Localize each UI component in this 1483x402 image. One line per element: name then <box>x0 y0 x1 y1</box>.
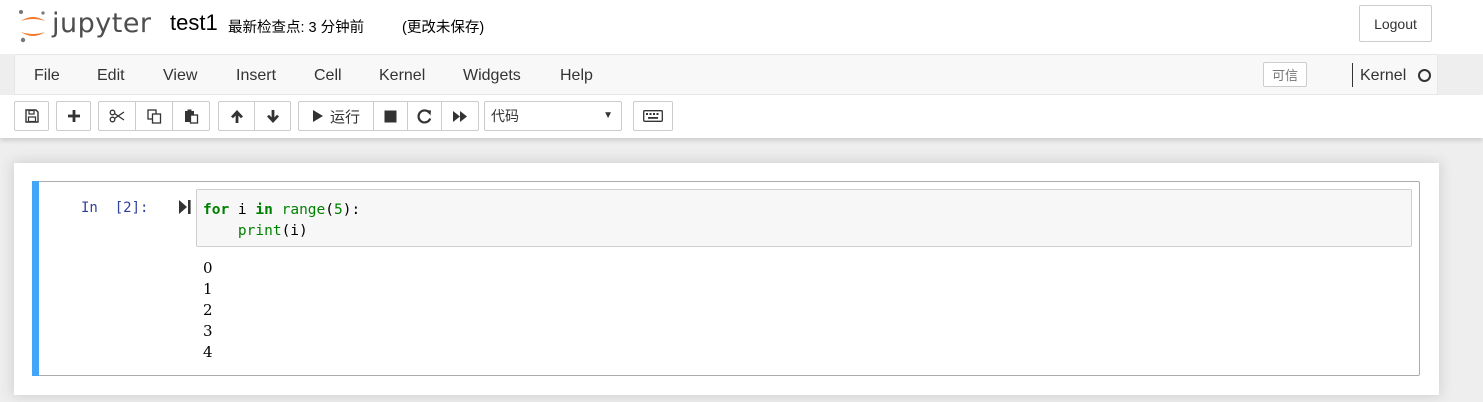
fast-forward-icon <box>453 110 467 122</box>
stop-icon <box>384 110 397 122</box>
input-prompt: In [2]: <box>81 200 149 216</box>
run-label: 运行 <box>329 108 360 126</box>
command-palette-button[interactable] <box>633 101 673 131</box>
notebook-container: In [2]: for i in range(5): print(i) 0 1 … <box>14 163 1439 395</box>
paren-close: ): <box>342 202 361 218</box>
number-literal: 5 <box>334 202 343 218</box>
code-line-2: print(i) <box>203 221 360 242</box>
menu-view[interactable]: View <box>163 67 197 85</box>
builtin-print: print <box>237 223 282 239</box>
save-button[interactable] <box>14 101 49 131</box>
code-cell[interactable]: In [2]: for i in range(5): print(i) 0 1 … <box>32 181 1420 376</box>
keyword-in: in <box>255 202 273 218</box>
plus-icon <box>67 110 80 122</box>
menu-file[interactable]: File <box>34 67 60 85</box>
cell-type-value: 代码 <box>491 108 519 124</box>
paste-button[interactable] <box>172 101 210 131</box>
restart-run-all-button[interactable] <box>441 101 479 131</box>
cell-type-select[interactable]: 代码 ▼ <box>484 101 622 131</box>
output-line: 4 <box>203 343 213 361</box>
paste-icon <box>184 109 198 124</box>
interrupt-button[interactable] <box>373 101 408 131</box>
code-line-1: for i in range(5): <box>203 200 360 221</box>
logo-text: jupyter <box>52 8 152 39</box>
menu-cell[interactable]: Cell <box>314 67 342 85</box>
restart-icon <box>417 108 432 123</box>
autosave-status: (更改未保存) <box>402 20 485 36</box>
keyboard-icon <box>643 110 663 122</box>
menu-kernel[interactable]: Kernel <box>379 67 425 85</box>
checkpoint-status: 最新检查点: 3 分钟前 <box>228 20 365 36</box>
notebook-title[interactable]: test1 <box>170 10 218 36</box>
run-cell-icon[interactable] <box>178 199 192 215</box>
menu-edit[interactable]: Edit <box>97 67 125 85</box>
move-down-button[interactable] <box>254 101 291 131</box>
save-icon <box>24 109 39 123</box>
jupyter-logo-icon <box>19 10 45 43</box>
output-line: 0 <box>203 259 213 277</box>
code-editor[interactable]: for i in range(5): print(i) <box>196 189 1412 247</box>
selected-cell-bar <box>32 181 39 376</box>
code-text: for i in range(5): print(i) <box>203 200 360 242</box>
play-icon <box>312 110 323 122</box>
menu-insert[interactable]: Insert <box>236 67 276 85</box>
header: jupyter test1 最新检查点: 3 分钟前 (更改未保存) Logou… <box>0 0 1483 54</box>
output-line: 1 <box>203 280 213 298</box>
copy-icon <box>146 108 161 124</box>
output-line: 3 <box>203 322 213 340</box>
output-line: 2 <box>203 301 213 319</box>
keyword-for: for <box>203 202 230 218</box>
copy-button[interactable] <box>135 101 173 131</box>
run-button[interactable]: 运行 <box>298 101 374 131</box>
menu-help[interactable]: Help <box>560 67 593 85</box>
cut-icon <box>109 109 125 123</box>
toolbar: 运行 代码 ▼ <box>0 95 1483 138</box>
arrow-up-icon <box>230 109 243 123</box>
jupyter-logo[interactable]: jupyter <box>18 6 158 46</box>
paren-open: ( <box>325 202 334 218</box>
move-up-button[interactable] <box>218 101 255 131</box>
kernel-separator <box>1352 63 1353 87</box>
menubar: File Edit View Insert Cell Kernel Widget… <box>14 54 1438 95</box>
caret-down-icon: ▼ <box>603 110 613 121</box>
builtin-range: range <box>272 202 326 218</box>
loop-variable: i <box>229 202 256 218</box>
kernel-idle-icon <box>1418 69 1431 82</box>
menu-widgets[interactable]: Widgets <box>463 67 521 85</box>
kernel-name[interactable]: Kernel <box>1360 67 1406 85</box>
arrow-down-icon <box>266 109 279 123</box>
trusted-indicator[interactable]: 可信 <box>1263 62 1307 87</box>
restart-button[interactable] <box>407 101 442 131</box>
logout-button[interactable]: Logout <box>1359 5 1432 42</box>
insert-cell-button[interactable] <box>56 101 91 131</box>
cut-button[interactable] <box>98 101 136 131</box>
cell-output: 0 1 2 3 4 <box>203 258 213 363</box>
print-args: (i) <box>281 223 308 239</box>
